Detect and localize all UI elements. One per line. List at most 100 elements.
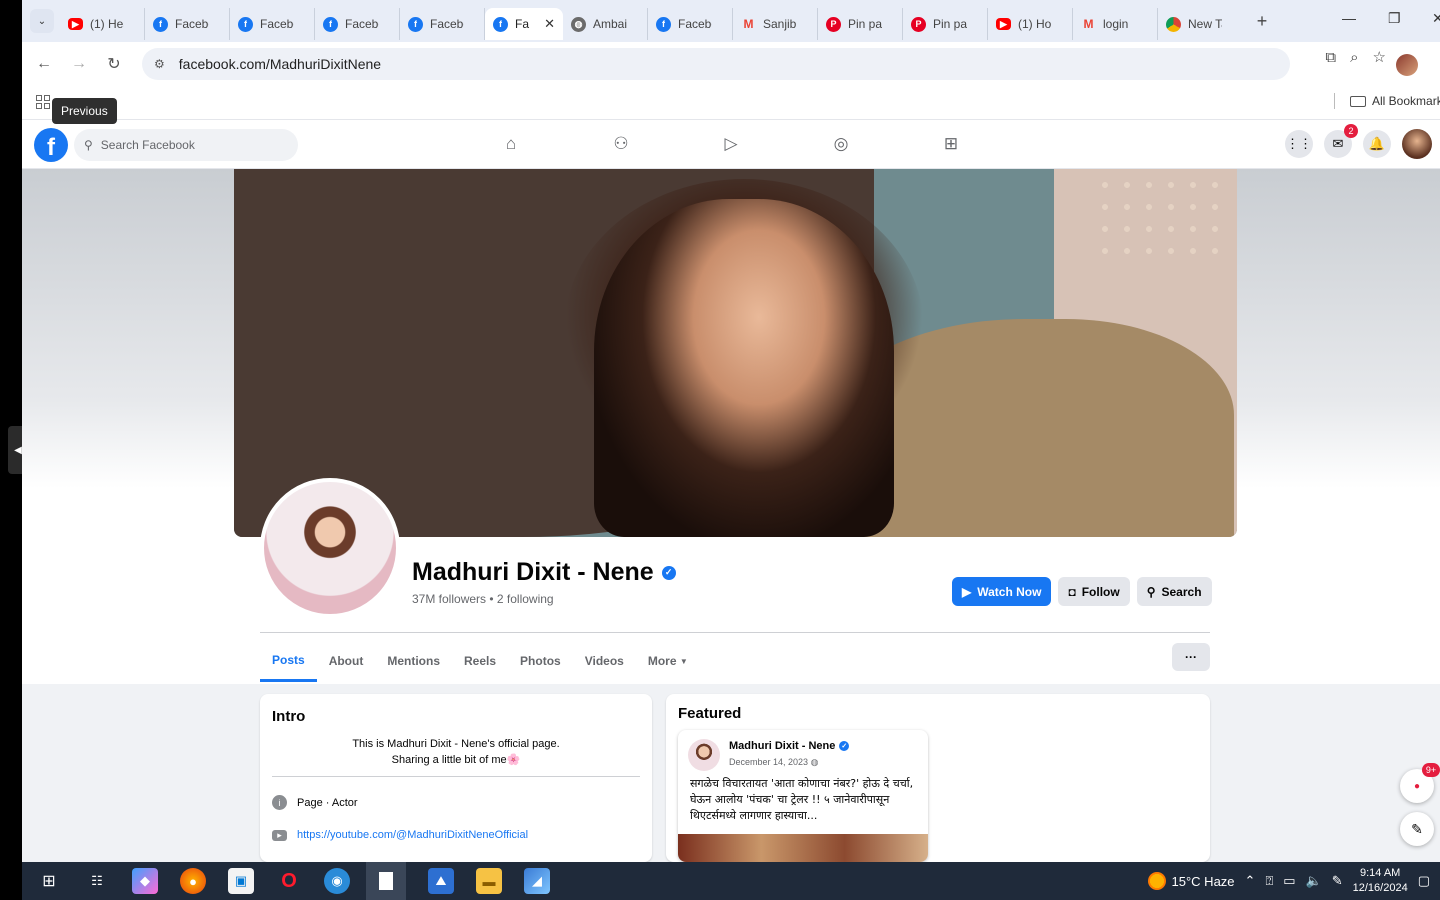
minimize-icon[interactable]: — [1342,10,1356,26]
network-icon[interactable]: ▭ [1283,873,1295,889]
volume-icon[interactable]: 🔈 [1306,873,1322,889]
page-actions: ▶ Watch Now ◘ Follow ⚲ Search [952,577,1212,606]
browser-tab[interactable]: fFacebo [400,8,485,40]
post-author: Madhuri Dixit - Nene ✓ [729,740,850,752]
opera-icon[interactable]: O [276,868,302,894]
store-icon[interactable]: ▣ [228,868,254,894]
browser-tab[interactable]: M Sanjib [733,8,818,40]
facebook-search-input[interactable]: ⚲ Search Facebook [74,129,298,161]
pinterest-icon: P [826,16,841,32]
install-app-icon[interactable]: ⧉ [1325,49,1336,66]
page-tabs: Posts About Mentions Reels Photos Videos… [260,640,700,682]
cover-photo[interactable] [234,169,1237,537]
bookmark-star-icon[interactable]: ☆ [1373,48,1386,66]
browser-tab[interactable]: P Pin pa [903,8,988,40]
system-tray: 15°C Haze ⌃ ⍰ ▭ 🔈 ✎ 9:14 AM 12/16/2024 ▢ [1147,862,1430,900]
page-search-button[interactable]: ⚲ Search [1136,577,1212,606]
address-bar[interactable]: ⚙ facebook.com/MadhuriDixitNene [142,48,1290,80]
tab-more[interactable]: More ▼ [636,640,700,682]
browser-profile-avatar[interactable] [1396,54,1418,76]
intro-card: Intro This is Madhuri Dixit - Nene's off… [260,694,652,862]
site-settings-icon[interactable]: ⚙ [154,57,165,71]
pen-icon[interactable]: ✎ [1332,873,1343,889]
clock[interactable]: 9:14 AM 12/16/2024 [1353,866,1408,896]
follower-stats[interactable]: 37M followers • 2 following [412,592,554,606]
restore-icon[interactable]: ❐ [1388,10,1401,27]
chat-heads-button[interactable]: ● 9+ [1400,763,1440,803]
friends-icon[interactable]: ⚇ [610,133,632,155]
facebook-icon: f [238,16,253,32]
menu-grid-icon[interactable]: ⋮⋮ [1285,130,1313,158]
browser-tab[interactable]: P Pin pa [818,8,903,40]
reload-icon[interactable]: ↻ [101,51,127,77]
tab-search-icon[interactable]: ⌄ [30,9,54,33]
forward-arrow-icon[interactable]: → [66,51,92,77]
browser-tab[interactable]: ▶ (1) Ho [988,8,1073,40]
tab-reels[interactable]: Reels [452,640,508,682]
new-message-icon[interactable]: ✎ [1400,812,1434,846]
browser-app-icon[interactable]: ◉ [324,868,350,894]
youtube-link[interactable]: https://youtube.com/@MadhuriDixitNeneOff… [297,829,528,841]
gmail-icon: M [1083,17,1094,31]
tab-strip: ⌄ ▶(1) Hea fFacebo fFacebo fFacebo fFace… [22,0,1440,42]
browser-tab[interactable]: fFacebo [315,8,400,40]
tab-about[interactable]: About [317,640,376,682]
windows-start-icon[interactable]: ⊞ [36,868,62,894]
folder-icon [1350,95,1366,107]
caret-down-icon: ▼ [679,656,688,666]
new-tab-icon[interactable]: + [1249,8,1275,34]
tab-photos[interactable]: Photos [508,640,573,682]
address-toolbar: ← → ↻ ⚙ facebook.com/MadhuriDixitNene ⧉ … [22,42,1440,86]
photos-icon[interactable]: ◢ [524,868,550,894]
post-text: सगळेच विचारतायत 'आता कोणाचा नंबर?' होऊ द… [690,777,914,822]
watch-now-button[interactable]: ▶ Watch Now [952,577,1052,606]
browser-tab[interactable]: ◍ Ambai [563,8,648,40]
page-name: Madhuri Dixit - Nene ✓ [412,558,676,587]
apps-grid-icon[interactable] [36,95,50,109]
browser-tab[interactable]: fFacebo [648,8,733,40]
facebook-icon: f [408,16,423,32]
browser-tab[interactable]: ▶(1) Hea [60,8,145,40]
youtube-icon: ▶ [996,18,1011,30]
browser-tab[interactable]: New Ta [1158,8,1243,40]
messenger-icon[interactable]: ✉ 2 [1324,124,1358,158]
copilot-icon[interactable]: ◆ [132,868,158,894]
tab-posts[interactable]: Posts [260,640,317,682]
file-app-icon[interactable] [366,862,406,900]
tab-mentions[interactable]: Mentions [375,640,452,682]
browser-window: ⌄ ▶(1) Hea fFacebo fFacebo fFacebo fFace… [22,0,1440,862]
featured-post[interactable]: Madhuri Dixit - Nene ✓ December 14, 2023 … [678,730,928,862]
account-avatar[interactable] [1402,129,1432,159]
tray-app-icon[interactable]: ⍰ [1265,873,1273,889]
groups-icon[interactable]: ◎ [830,133,852,155]
tray-chevron-icon[interactable]: ⌃ [1245,873,1256,889]
notification-center-icon[interactable]: ▢ [1418,873,1430,889]
browser-tab[interactable]: Mlogin [1073,8,1158,40]
cover-leaf-pattern [1094,174,1234,264]
more-options-button[interactable]: ··· [1172,643,1210,671]
close-tab-icon[interactable]: ✕ [544,16,555,32]
browser-tab[interactable]: fFacebo [230,8,315,40]
tab-videos[interactable]: Videos [573,640,636,682]
weather-widget[interactable]: 15°C Haze [1147,872,1235,890]
notifications-bell-icon[interactable]: 🔔 [1363,130,1391,158]
browser-tab-active[interactable]: f Fa ✕ [485,8,563,40]
intro-bio: This is Madhuri Dixit - Nene's official … [352,738,560,766]
close-window-icon[interactable]: ✕ [1432,10,1440,27]
profile-picture[interactable] [260,478,400,618]
back-arrow-icon[interactable]: ← [31,51,57,77]
gaming-icon[interactable]: ⊞ [940,133,962,155]
all-bookmarks-button[interactable]: All Bookmarks [1350,94,1440,108]
task-view-icon[interactable]: ☷ [84,868,110,894]
zoom-icon[interactable]: ⌕ [1350,49,1358,66]
photo-app-icon[interactable]: ⛰ [428,868,454,894]
file-explorer-icon[interactable]: ▬ [476,868,502,894]
facebook-logo-icon[interactable]: f [34,128,68,162]
bookmarks-separator [1334,93,1335,109]
follow-button[interactable]: ◘ Follow [1058,577,1130,606]
home-icon[interactable]: ⌂ [500,133,522,155]
watch-video-icon[interactable]: ▷ [720,133,742,155]
firefox-icon[interactable]: ● [180,868,206,894]
browser-tab[interactable]: fFacebo [145,8,230,40]
url-text[interactable]: facebook.com/MadhuriDixitNene [179,56,381,72]
